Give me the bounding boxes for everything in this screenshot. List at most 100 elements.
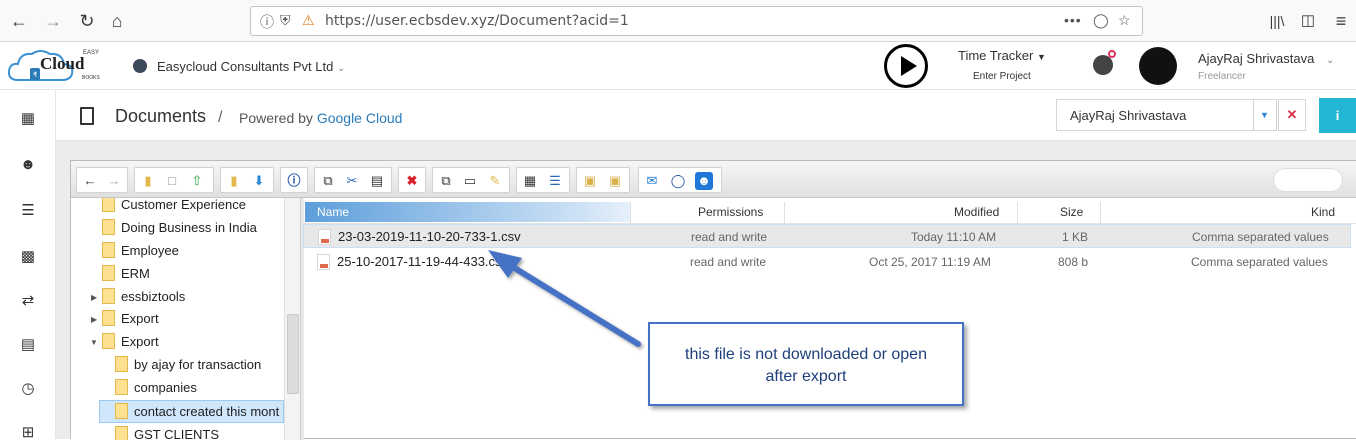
tree-folder-selected[interactable]: contact created this mont [115, 401, 279, 423]
tree-folder[interactable]: essbiztools [102, 286, 185, 308]
info-circle-icon[interactable]: ⓘ [260, 12, 274, 32]
lock-icon[interactable]: ▣ [581, 172, 599, 190]
file-size: 808 b [1058, 255, 1089, 269]
globe-icon[interactable] [1093, 55, 1113, 75]
user-select[interactable]: AjayRaj Shrivastava [1056, 99, 1254, 131]
open-folder-icon[interactable]: ▮ [225, 172, 243, 190]
menu-icon[interactable]: ≡ [1328, 8, 1354, 34]
sidebar-icon[interactable]: ◫ [1295, 8, 1321, 34]
new-folder-icon[interactable]: ▮ [139, 172, 157, 190]
rename-icon[interactable]: ▭ [461, 172, 479, 190]
share-link-icon[interactable]: ◯ [669, 172, 687, 190]
expand-arrow-icon[interactable]: ▶ [91, 293, 97, 302]
pocket-icon[interactable]: ◯ [1093, 12, 1109, 29]
tree-scrollbar[interactable] [284, 198, 300, 440]
column-name[interactable]: Name [317, 205, 349, 219]
forward-arrow-icon[interactable]: → [40, 8, 66, 34]
tree-folder[interactable]: GST CLIENTS [115, 424, 219, 440]
user-icon[interactable]: ☻ [19, 156, 37, 174]
library-icon[interactable]: |||\ [1264, 8, 1290, 34]
lock-warning-icon[interactable]: ⚠ [302, 12, 315, 29]
folder-icon [102, 265, 115, 281]
transfer-icon[interactable]: ⇄ [19, 292, 37, 310]
folder-icon [102, 198, 115, 212]
folder-icon [115, 379, 128, 395]
unlock-icon[interactable]: ▣ [606, 172, 624, 190]
collapse-arrow-icon[interactable]: ▼ [90, 338, 98, 347]
icons-view-icon[interactable]: ▦ [521, 172, 539, 190]
tree-folder-label: Employee [121, 243, 179, 258]
new-file-icon[interactable]: □ [163, 172, 181, 190]
bookmark-star-icon[interactable]: ☆ [1118, 12, 1131, 29]
annotation-line-2: after export [765, 368, 847, 385]
document-icon[interactable]: ▤ [19, 336, 37, 354]
share-user-icon[interactable]: ☻ [695, 172, 713, 190]
tree-folder-label: GST CLIENTS [134, 427, 220, 440]
plus-box-icon[interactable]: ⊞ [19, 424, 37, 442]
folder-icon [102, 219, 115, 235]
column-divider [784, 202, 785, 224]
info-button[interactable]: i [1319, 98, 1356, 133]
enter-project-link[interactable]: Enter Project [973, 71, 1031, 82]
company-selector[interactable]: Easycloud Consultants Pvt Ltd ⌄ [157, 59, 345, 74]
paste-icon[interactable]: ▤ [368, 172, 386, 190]
folder-icon [115, 356, 128, 372]
tree-scrollbar-thumb[interactable] [287, 314, 299, 394]
tree-folder[interactable]: Employee [102, 240, 179, 262]
edit-file-icon[interactable]: ✎ [486, 172, 504, 190]
shield-icon[interactable]: ⛨ [280, 12, 291, 29]
duplicate-icon[interactable]: ⧉ [437, 172, 455, 190]
tree-folder[interactable]: Customer Experience [102, 198, 246, 216]
list-view-icon[interactable]: ☰ [546, 172, 564, 190]
cut-icon[interactable]: ✂ [343, 172, 361, 190]
download-icon[interactable]: ⬇ [250, 172, 268, 190]
clear-selection-button[interactable]: ✕ [1278, 99, 1306, 131]
column-modified[interactable]: Modified [954, 205, 999, 219]
tree-folder[interactable]: Doing Business in India [102, 217, 257, 239]
google-cloud-link[interactable]: Google Cloud [317, 110, 403, 126]
tree-folder-label: essbiztools [121, 289, 186, 304]
upload-icon[interactable]: ⇧ [188, 172, 206, 190]
home-icon[interactable]: ⌂ [104, 8, 130, 34]
play-timer-button[interactable] [884, 44, 928, 88]
delete-group: ✖ [398, 167, 426, 193]
column-divider [1017, 202, 1018, 224]
clock-icon[interactable]: ◷ [19, 380, 37, 398]
avatar[interactable] [1139, 47, 1177, 85]
briefcase-icon[interactable]: ▩ [19, 248, 37, 266]
bank-icon[interactable]: ☰ [19, 202, 37, 220]
column-permissions[interactable]: Permissions [698, 205, 763, 219]
back-arrow-icon[interactable]: ← [81, 172, 99, 190]
url-bar[interactable]: ⓘ ⛨ ⚠ https://user.ecbsdev.xyz/Document?… [250, 6, 1143, 36]
more-dots-icon[interactable]: ••• [1064, 12, 1082, 28]
copy-icon[interactable]: ⧉ [319, 172, 337, 190]
user-name: AjayRaj Shrivastava [1198, 51, 1315, 66]
url-text[interactable]: https://user.ecbsdev.xyz/Document?acid=1 [325, 13, 629, 29]
reload-icon[interactable]: ↻ [74, 8, 100, 34]
file-row[interactable]: 25-10-2017-11-19-44-433.csv read and wri… [303, 250, 1351, 274]
logo-small-text: EASY [83, 50, 100, 56]
expand-arrow-icon[interactable]: ▶ [91, 315, 97, 324]
caret-down-icon[interactable]: ▼ [1253, 99, 1277, 131]
tree-folder[interactable]: companies [115, 377, 197, 399]
folder-icon [102, 288, 115, 304]
column-divider [630, 202, 631, 224]
user-menu[interactable]: AjayRaj Shrivastava ⌄ [1198, 51, 1334, 66]
back-arrow-icon[interactable]: ← [6, 8, 32, 34]
tree-folder-label: companies [134, 380, 197, 395]
file-row[interactable]: 23-03-2019-11-10-20-733-1.csv read and w… [303, 224, 1351, 248]
document-icon [80, 107, 94, 125]
delete-icon[interactable]: ✖ [403, 172, 421, 190]
info-circle-icon[interactable]: ⓘ [285, 172, 303, 190]
share-mail-icon[interactable]: ✉ [643, 172, 661, 190]
dashboard-icon[interactable]: ▦ [19, 110, 37, 128]
time-tracker-dropdown[interactable]: Time Tracker ▼ [958, 48, 1046, 63]
column-size[interactable]: Size [1060, 205, 1083, 219]
tree-folder[interactable]: Export [102, 331, 159, 353]
column-kind[interactable]: Kind [1311, 205, 1335, 219]
forward-arrow-icon[interactable]: → [105, 172, 123, 190]
tree-folder[interactable]: ERM [102, 263, 150, 285]
tree-folder[interactable]: Export [102, 308, 159, 330]
tree-folder[interactable]: by ajay for transaction [115, 354, 261, 376]
search-input[interactable] [1273, 168, 1343, 192]
